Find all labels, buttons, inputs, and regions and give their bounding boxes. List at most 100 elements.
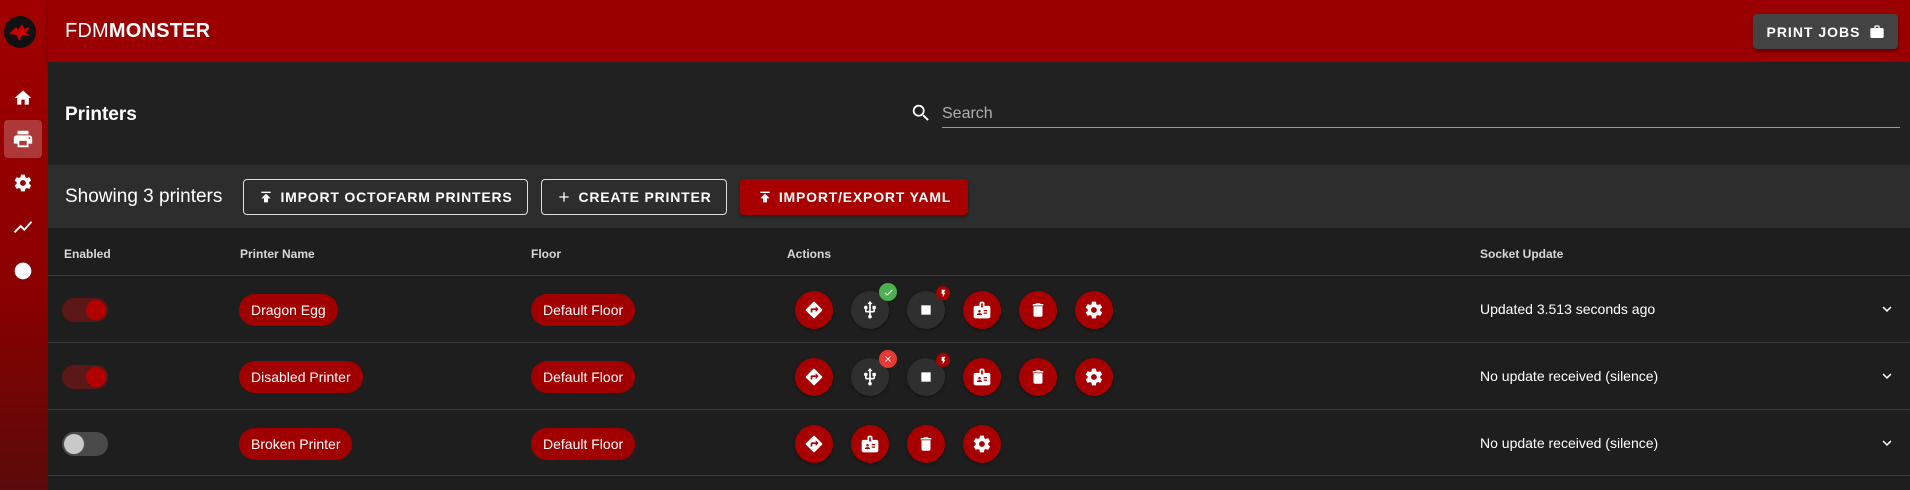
stop-print-button[interactable] — [907, 353, 950, 396]
import-export-yaml-label: IMPORT/EXPORT YAML — [778, 189, 952, 205]
brand-bold: MONSTER — [108, 20, 211, 42]
emergency-badge — [936, 353, 950, 367]
emergency-badge — [936, 286, 950, 300]
badge-icon — [973, 368, 991, 386]
printer-name-chip[interactable]: Broken Printer — [239, 428, 353, 460]
create-printer-button[interactable]: CREATE PRINTER — [541, 179, 727, 215]
import-octofarm-button[interactable]: IMPORT OCTOFARM PRINTERS — [243, 179, 528, 215]
badge-icon — [973, 301, 991, 319]
close-icon — [885, 356, 891, 362]
printer-settings-button[interactable] — [963, 425, 1001, 463]
trash-icon — [1032, 303, 1044, 317]
enabled-toggle[interactable] — [62, 432, 108, 456]
search-input[interactable] — [942, 96, 1900, 128]
printer-count: Showing 3 printers — [65, 186, 223, 207]
floor-chip[interactable]: Default Floor — [531, 428, 636, 460]
header-floor[interactable]: Floor — [531, 247, 561, 261]
brand-title: FDMMONSTER — [65, 20, 210, 43]
floor-chip[interactable]: Default Floor — [531, 361, 636, 393]
delete-printer-button[interactable] — [1019, 291, 1057, 329]
printer-info-button[interactable] — [963, 291, 1001, 329]
create-printer-label: CREATE PRINTER — [578, 189, 712, 205]
enabled-toggle[interactable] — [62, 365, 108, 389]
header-socket-update[interactable]: Socket Update — [1480, 247, 1563, 261]
usb-connection-button[interactable] — [851, 283, 897, 329]
printer-settings-button[interactable] — [1075, 291, 1113, 329]
header-enabled[interactable]: Enabled — [64, 247, 111, 261]
usb-icon — [864, 300, 876, 319]
table-row: Dragon Egg Default Floor Updated 3.513 s… — [48, 275, 1910, 342]
expand-row-button[interactable] — [1878, 367, 1896, 390]
chevron-down-icon — [1882, 440, 1892, 446]
gear-icon — [973, 435, 991, 453]
socket-update-text: No update received (silence) — [1480, 435, 1659, 451]
delete-printer-button[interactable] — [907, 425, 945, 463]
plus-icon — [559, 192, 570, 202]
print-jobs-button[interactable]: PRINT JOBS — [1753, 14, 1898, 49]
lightning-icon — [941, 289, 945, 297]
stop-print-button[interactable] — [907, 286, 950, 329]
directions-icon — [805, 435, 823, 453]
search-icon — [912, 104, 929, 121]
nav-home[interactable] — [4, 79, 42, 117]
gear-icon — [1085, 301, 1103, 319]
nav-help[interactable] — [4, 252, 42, 290]
nav-settings[interactable] — [4, 164, 42, 202]
gear-icon — [1085, 368, 1103, 386]
enabled-toggle[interactable] — [62, 298, 108, 322]
trash-icon — [1032, 370, 1044, 384]
open-printer-button[interactable] — [795, 425, 833, 463]
printer-name-chip[interactable]: Disabled Printer — [239, 361, 363, 393]
nav-printers[interactable] — [4, 120, 42, 158]
toggle-knob — [86, 367, 106, 387]
header-printer-name[interactable]: Printer Name — [240, 247, 315, 261]
directions-icon — [805, 368, 823, 386]
printer-icon — [13, 130, 33, 148]
page-header: Printers — [48, 62, 1910, 165]
printers-table: Enabled Printer Name Floor Actions Socke… — [48, 228, 1910, 490]
header-actions: Actions — [787, 247, 832, 261]
dragon-logo-icon — [7, 19, 33, 45]
directions-icon — [805, 301, 823, 319]
expand-row-button[interactable] — [1878, 300, 1896, 323]
printer-info-button[interactable] — [963, 358, 1001, 396]
socket-update-text: Updated 3.513 seconds ago — [1480, 301, 1656, 317]
search-field — [910, 96, 1900, 132]
badge-icon — [861, 435, 879, 453]
page-title: Printers — [65, 104, 137, 125]
floor-chip[interactable]: Default Floor — [531, 294, 636, 326]
table-row: Disabled Printer Default Floor No update… — [48, 342, 1910, 409]
trash-icon — [920, 437, 932, 451]
printer-info-button[interactable] — [851, 425, 889, 463]
help-icon — [14, 262, 32, 280]
stop-icon — [921, 305, 931, 315]
stop-icon — [921, 372, 931, 382]
lightning-icon — [941, 356, 945, 364]
fdm-monster-logo[interactable] — [4, 16, 36, 48]
home-icon — [14, 90, 32, 105]
error-badge — [879, 350, 897, 368]
upload-icon — [760, 191, 770, 203]
import-octofarm-label: IMPORT OCTOFARM PRINTERS — [280, 189, 513, 205]
toggle-knob — [64, 434, 84, 454]
open-printer-button[interactable] — [795, 291, 833, 329]
nav-statistics[interactable] — [4, 208, 42, 246]
check-icon — [884, 289, 893, 296]
gear-icon — [14, 174, 32, 192]
printer-settings-button[interactable] — [1075, 358, 1113, 396]
import-export-yaml-button[interactable]: IMPORT/EXPORT YAML — [740, 179, 968, 215]
expand-row-button[interactable] — [1878, 434, 1896, 457]
open-printer-button[interactable] — [795, 358, 833, 396]
delete-printer-button[interactable] — [1019, 358, 1057, 396]
printers-toolbar: Showing 3 printers IMPORT OCTOFARM PRINT… — [48, 165, 1910, 228]
chevron-down-icon — [1882, 373, 1892, 379]
upload-icon — [261, 191, 272, 203]
table-row: Broken Printer Default Floor No update r… — [48, 409, 1910, 476]
printer-name-chip[interactable]: Dragon Egg — [239, 294, 338, 326]
chevron-down-icon — [1882, 306, 1892, 312]
app-bar: FDMMONSTER PRINT JOBS — [48, 0, 1910, 62]
toggle-knob — [86, 300, 106, 320]
usb-icon — [864, 367, 876, 386]
usb-connection-button[interactable] — [851, 350, 897, 396]
socket-update-text: No update received (silence) — [1480, 368, 1659, 384]
